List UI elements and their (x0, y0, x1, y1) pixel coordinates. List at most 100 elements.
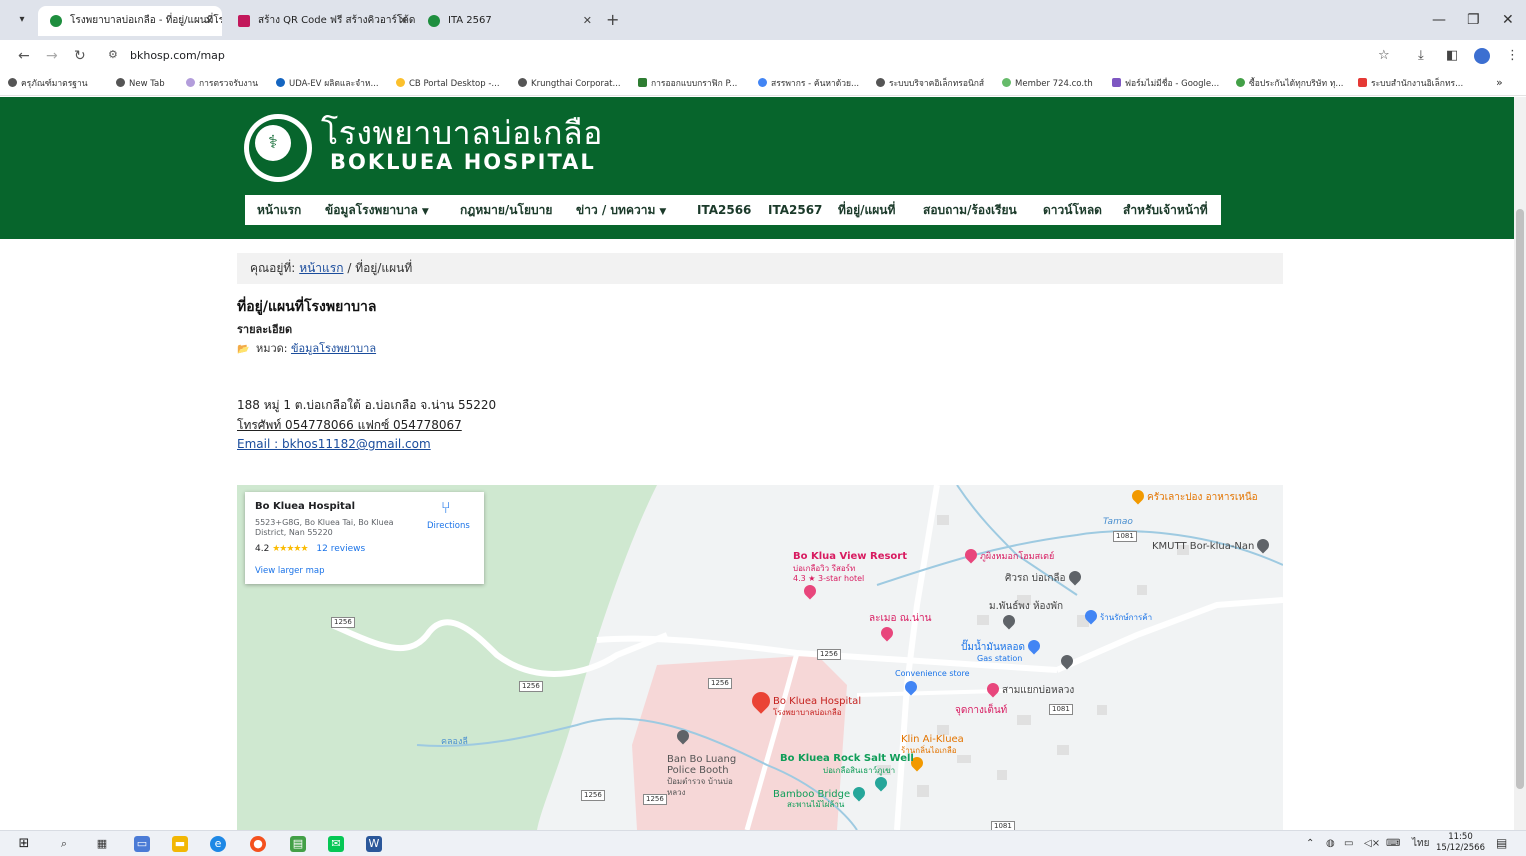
hospital-marker-pin-icon[interactable] (748, 688, 774, 714)
nav-law-policy[interactable]: กฎหมาย/นโยบาย (460, 202, 552, 218)
bookmark-item[interactable]: การตรวจรับงาน (186, 78, 258, 90)
tab-search-icon[interactable]: ▾ (12, 10, 32, 30)
search-icon[interactable]: ⌕ (56, 836, 72, 852)
browser-tab-active[interactable]: โรงพยาบาลบ่อเกลือ - ที่อยู่/แผนที่โร ✕ (38, 6, 222, 36)
nav-ita2566[interactable]: ITA2566 (697, 202, 751, 218)
directions-link[interactable]: Directions (427, 521, 470, 531)
embedded-map[interactable]: 1256 1256 1256 1256 1256 1256 1081 1081 … (237, 485, 1283, 830)
browser-menu-icon[interactable]: ⋮ (1506, 48, 1519, 64)
poi-police-booth[interactable]: Ban Bo Luang Police Booth (667, 754, 747, 776)
bookmark-item[interactable]: การออกแบบกราฟิก P... (638, 78, 737, 90)
place-rating: 4.2 ★★★★★ 12 reviews (255, 544, 366, 554)
hotel-pin-icon[interactable] (878, 624, 896, 642)
photos-app-icon[interactable]: ▭ (134, 836, 150, 852)
bookmark-item[interactable]: ระบบบริจาคอิเล็กทรอนิกส์ (876, 78, 984, 90)
poi-homestay[interactable]: ภูผิงหมอกโฮมสเตย์ (962, 546, 1054, 564)
site-info-icon[interactable]: ⚙ (108, 48, 118, 61)
place-pin-icon[interactable] (1058, 652, 1076, 670)
police-pin-icon[interactable] (674, 727, 692, 745)
back-icon[interactable]: ← (18, 48, 30, 64)
poi-klin[interactable]: Klin Ai-Kluea (901, 734, 964, 745)
nav-download[interactable]: ดาวน์โหลด (1043, 202, 1102, 218)
browser-tab[interactable]: ITA 2567 ✕ (416, 6, 600, 36)
poi-salt-well[interactable]: Bo Kluea Rock Salt Well (780, 753, 914, 764)
chrome-icon[interactable]: ● (250, 836, 266, 852)
app-icon[interactable]: ▤ (290, 836, 306, 852)
scrollbar-thumb[interactable] (1516, 209, 1524, 789)
email-link[interactable]: Email : bkhos11182@gmail.com (237, 436, 431, 452)
bookmark-item[interactable]: ครุภัณฑ์มาตรฐาน (8, 78, 88, 90)
keyboard-icon[interactable]: ⌨ (1386, 838, 1400, 850)
poi-lamoe[interactable]: ละเมอ ณ.น่าน (869, 613, 931, 624)
input-language[interactable]: ไทย (1412, 838, 1429, 850)
bookmark-item[interactable]: Member 724.co.th (1002, 78, 1093, 90)
nav-map[interactable]: ที่อยู่/แผนที่ (838, 202, 895, 218)
nav-home[interactable]: หน้าแรก (257, 202, 301, 218)
place-pin-icon[interactable] (1000, 612, 1018, 630)
forward-icon[interactable]: → (46, 48, 58, 64)
breadcrumb-home-link[interactable]: หน้าแรก (299, 261, 343, 275)
close-tab-icon[interactable]: ✕ (205, 6, 214, 36)
reviews-link[interactable]: 12 reviews (316, 544, 365, 554)
category-link[interactable]: ข้อมูลโรงพยาบาล (291, 342, 376, 355)
close-window-icon[interactable]: ✕ (1502, 12, 1514, 28)
nav-contact[interactable]: สอบถาม/ร้องเรียน (923, 202, 1017, 218)
directions-icon[interactable]: ⑂ (441, 499, 451, 517)
edge-icon[interactable]: e (210, 836, 226, 852)
nav-staff[interactable]: สำหรับเจ้าหน้าที่ (1123, 202, 1208, 218)
attraction-pin-icon[interactable] (872, 774, 890, 792)
download-icon[interactable]: ⤓ (1418, 48, 1424, 64)
bookmark-item[interactable]: Krungthai Corporat... (518, 78, 621, 90)
bookmark-item[interactable]: New Tab (116, 78, 165, 90)
bookmark-item[interactable]: ระบบสำนักงานอิเล็กทร... (1358, 78, 1463, 90)
file-explorer-icon[interactable]: ▬ (172, 836, 188, 852)
poi-gas-station[interactable]: ปั๊มน้ำมันหลอด (961, 637, 1043, 655)
restore-icon[interactable]: ❐ (1467, 12, 1480, 28)
bookmarks-overflow-button[interactable]: » (1496, 77, 1503, 89)
url-input[interactable]: ⚙ bkhosp.com/map (102, 44, 1382, 68)
new-tab-icon[interactable]: + (606, 12, 619, 28)
phone-fax-link[interactable]: โทรศัพท์ 054778066 แฟกซ์ 054778067 (237, 417, 462, 433)
line-app-icon[interactable]: ✉ (328, 836, 344, 852)
volume-icon[interactable]: ◁× (1364, 838, 1380, 850)
poi-siwat[interactable]: ศิวรถ บ่อเกลือ (1005, 568, 1084, 586)
windows-start-icon[interactable]: ⊞ (16, 836, 32, 852)
poi-restaurant[interactable]: ครัวเลาะปอง อาหารเหนือ (1129, 487, 1258, 505)
poi-shop[interactable]: ร้านรักษ์การค้า (1082, 607, 1152, 625)
poi-kmutt[interactable]: KMUTT Bor-klua-Nan (1152, 536, 1272, 554)
bookmark-item[interactable]: ซื้อประกันได้ทุกบริษัท ทุ... (1236, 78, 1343, 90)
bookmark-item[interactable]: ฟอร์มไม่มีชื่อ - Google... (1112, 78, 1219, 90)
side-panel-icon[interactable]: ◧ (1446, 48, 1458, 64)
bookmark-item[interactable]: สรรพากร - ค้นหาด้วย... (758, 78, 859, 90)
minimize-icon[interactable]: — (1432, 12, 1446, 28)
bookmark-item[interactable]: CB Portal Desktop -... (396, 78, 500, 90)
close-tab-icon[interactable]: ✕ (399, 6, 408, 36)
nav-news[interactable]: ข่าว / บทความ ▼ (576, 202, 666, 220)
close-tab-icon[interactable]: ✕ (583, 6, 592, 36)
bookmark-star-icon[interactable]: ☆ (1378, 48, 1390, 64)
poi-hospital[interactable]: Bo Kluea Hospital (773, 696, 861, 707)
word-app-icon[interactable]: W (366, 836, 382, 852)
reload-icon[interactable]: ↻ (74, 48, 86, 64)
poi-junction[interactable]: สามแยกบ่อหลวง (984, 680, 1074, 698)
nav-ita2567[interactable]: ITA2567 (768, 202, 822, 218)
view-larger-map-link[interactable]: View larger map (255, 566, 325, 576)
page-scrollbar[interactable] (1514, 97, 1526, 830)
tray-app-icon[interactable]: ◍ (1326, 838, 1335, 850)
notifications-icon[interactable]: ▤ (1496, 837, 1507, 849)
browser-tab[interactable]: สร้าง QR Code ฟรี สร้างคิวอาร์โค้ด ✕ (226, 6, 416, 36)
tray-overflow-icon[interactable]: ⌃ (1306, 838, 1314, 850)
poi-viewpoint[interactable]: จุดกางเต็นท์ (955, 705, 1007, 716)
task-view-icon[interactable]: ▦ (94, 836, 110, 852)
system-clock[interactable]: 11:50 15/12/2566 (1436, 832, 1485, 854)
shop-pin-icon[interactable] (902, 678, 920, 696)
bookmark-item[interactable]: UDA-EV ผลิตและจำห... (276, 78, 379, 90)
poi-convenience[interactable]: Convenience store (895, 668, 970, 679)
profile-avatar[interactable] (1474, 48, 1490, 64)
hotel-pin-icon[interactable] (801, 582, 819, 600)
poi-mapin[interactable]: ม.พันธ์พง ห้องพัก (989, 601, 1063, 612)
poi-resort[interactable]: Bo Klua View Resort (793, 551, 907, 562)
nav-hospital-info[interactable]: ข้อมูลโรงพยาบาล ▼ (325, 202, 429, 220)
restaurant-pin-icon (1129, 487, 1147, 505)
network-icon[interactable]: ▭ (1344, 838, 1353, 850)
